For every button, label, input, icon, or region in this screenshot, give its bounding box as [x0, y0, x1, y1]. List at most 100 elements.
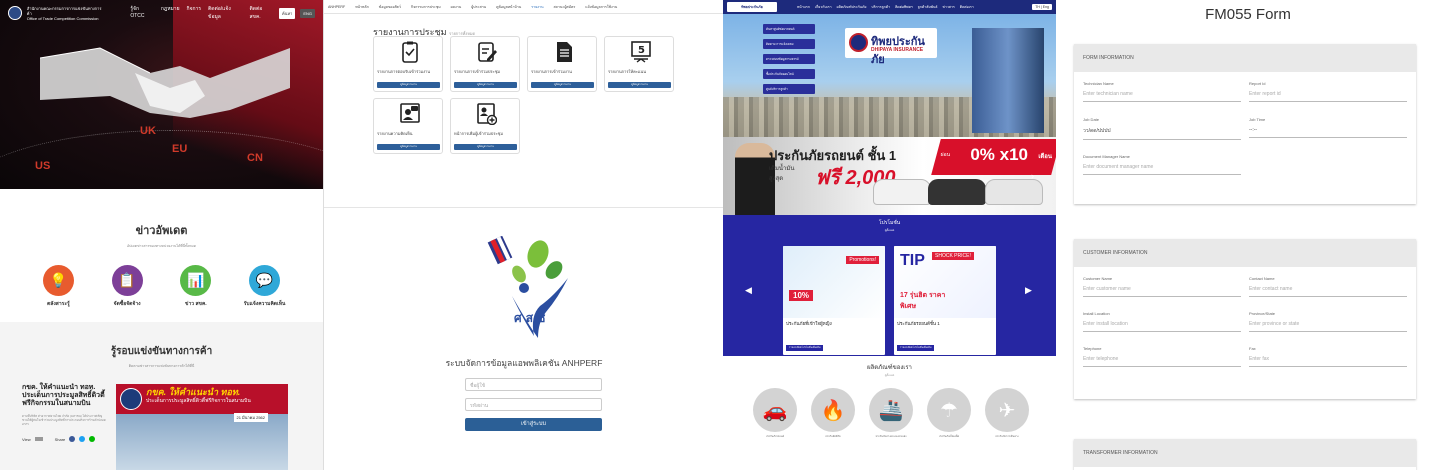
nav-item-status[interactable]: สถานะผู้สมัคร — [554, 4, 576, 10]
nav-item-relations[interactable]: ลูกค้าสัมพันธ์ — [918, 4, 938, 10]
service-link-buy-online[interactable]: ซื้อประกันภัยออนไลน์ — [763, 69, 815, 79]
nav-item-coordinator[interactable]: ผู้ประสาน — [471, 4, 486, 10]
add-user-icon — [477, 103, 497, 125]
nav-item-about[interactable]: เกี่ยวกับเรา — [815, 4, 832, 10]
anhperf-logo: ศ ส ช — [487, 236, 568, 338]
contact-name-input[interactable]: Enter contact name — [1249, 283, 1407, 297]
nav-item-contact[interactable]: ติดต่อ สขค. — [249, 5, 274, 21]
car-insurance-ad-banner[interactable]: ประกันภัยรถยนต์ ชั้น 1 เติมน้ำมัน สูงสุด… — [723, 137, 1056, 215]
nav-item-news[interactable]: ข่าวสาร — [942, 4, 954, 10]
view-report-button[interactable]: ดูข้อมูลรายงาน — [377, 144, 440, 150]
product-item-fire[interactable]: 🔥 ประกันอัคคีภัย — [811, 388, 855, 439]
report-card-acceptance: รายงานการตอบรับเข้าร่วมงาน ดูข้อมูลรายงา… — [373, 36, 443, 92]
facebook-share-icon[interactable] — [69, 436, 76, 442]
view-link[interactable]: View — [22, 437, 31, 442]
promo-discount: 17 รุ่นฮิต ราคาพิเศษ — [900, 292, 946, 310]
product-item-marine[interactable]: 🚢 ประกันภัยทางทะเลและขนส่ง — [869, 388, 913, 439]
nav-item-meetings[interactable]: กิจกรรมการประชุม — [411, 4, 441, 10]
password-field[interactable]: รหัสผ่าน — [465, 398, 602, 411]
nav-item-report[interactable]: ติดต่อ/แจ้งข้อมูล — [208, 5, 242, 21]
quick-link-feedback[interactable]: 💬 รับแจ้งความคิดเห็น — [235, 265, 295, 308]
promo-prev-icon[interactable]: ◀ — [745, 285, 752, 296]
product-item-misc[interactable]: ☂ ประกันภัยเบ็ดเตล็ด — [927, 388, 971, 439]
section-header: CUSTOMER INFORMATION — [1074, 239, 1416, 267]
service-link-garage[interactable]: ค้นหาศูนย์ซ่อมรถยนต์ — [763, 24, 815, 34]
document-icon — [557, 42, 572, 62]
nav-item-home[interactable]: หน้าหลัก — [355, 4, 369, 10]
chat-icon: 💬 — [249, 265, 281, 296]
nav-item-notify[interactable]: แจ้งข้อมูลการใช้งาน — [585, 4, 617, 10]
nav-item-works[interactable]: ผลงาน — [451, 4, 462, 10]
nav-item-reports[interactable]: รายงาน — [531, 4, 543, 10]
quick-link-procurement[interactable]: 📋 จัดซื้อจัดจ้าง — [97, 265, 157, 308]
document-manager-input[interactable]: Enter document manager name — [1083, 161, 1241, 175]
nav-item-view[interactable]: ดูข้อมูลหน้าบ้าน — [496, 4, 521, 10]
nav-item-about[interactable]: รู้จัก OTCC — [130, 5, 153, 21]
product-item-travel[interactable]: ✈ ประกันภัยการเดินทาง — [985, 388, 1029, 439]
view-report-button[interactable]: ดูข้อมูลรายงาน — [454, 82, 517, 88]
featured-article: กขค. ให้คำแนะนำ ทอท. ประเด็นการประมูลสิท… — [22, 384, 107, 442]
nav-item-services[interactable]: บริการลูกค้า — [871, 4, 890, 10]
job-date-input[interactable]: วว/ดด/ปปปป — [1083, 124, 1241, 140]
nav-item-products[interactable]: ผลิตภัณฑ์ประกันภัย — [837, 4, 867, 10]
customer-name-input[interactable]: Enter customer name — [1083, 283, 1241, 297]
language-switch[interactable]: TH | Eng — [1032, 4, 1052, 10]
product-item-motor[interactable]: 🚗 ประกันภัยรถยนต์ — [753, 388, 797, 439]
article-headline[interactable]: กขค. ให้คำแนะนำ ทอท. ประเด็นการประมูลสิท… — [22, 384, 107, 408]
products-view-all[interactable]: ดูทั้งหมด — [723, 374, 1056, 378]
view-report-button[interactable]: ดูข้อมูลรายงาน — [531, 82, 594, 88]
service-link-policy[interactable]: ตรวจสอบข้อมูลกรมธรรม์ — [763, 54, 815, 64]
nav-item-law[interactable]: กฎหมาย — [161, 5, 180, 21]
carousel-next-icon[interactable]: › — [1031, 171, 1034, 181]
promo-more-button[interactable]: รายละเอียดโปรโมชั่นเพิ่มเติม — [786, 345, 824, 351]
language-button[interactable]: ENG — [300, 8, 315, 18]
screenshot-collage: สำนักงานคณะกรรมการการแข่งขันทางการค้า Of… — [0, 0, 1440, 470]
nav-brand[interactable]: ANHPERF — [328, 5, 345, 9]
view-report-button[interactable]: ดูข้อมูลรายงาน — [608, 82, 671, 88]
telephone-input[interactable]: Enter telephone — [1083, 353, 1241, 367]
quick-link-news[interactable]: 📊 ข่าว สขค. — [166, 265, 226, 308]
nav-item-dhipaya[interactable]: ติดต่อทิพยฯ — [895, 4, 913, 10]
promo-card[interactable]: Promotions! 10% ประกันภัยที่เข้าใจผู้หญิ… — [783, 246, 885, 355]
dhipaya-logo[interactable]: ทิพยประกันภัย — [727, 2, 777, 12]
report-id-input[interactable]: Enter report id — [1249, 88, 1407, 102]
promo-more-button[interactable]: รายละเอียดโปรโมชั่นเพิ่มเติม — [897, 345, 935, 351]
line-share-icon[interactable] — [89, 436, 96, 442]
nav-item-contact[interactable]: ติดต่อเรา — [960, 4, 974, 10]
otcc-logo[interactable] — [8, 6, 22, 20]
username-field[interactable]: ชื่อผู้ใช้ — [465, 378, 602, 391]
article-banner-image[interactable]: กขค. ให้คำแนะนำ ทอท. ประเด็นการประมูลสิท… — [116, 384, 288, 470]
otcc-hero-banner: สำนักงานคณะกรรมการการแข่งขันทางการค้า Of… — [0, 0, 323, 189]
news-section: ข่าวอัพเดต อัปเดตข่าวสารของทางหน่วยงานได… — [0, 221, 323, 308]
promo-discount: 10% — [789, 290, 814, 301]
quick-link-knowledge[interactable]: 💡 ตลังสาระรู้ — [28, 265, 88, 308]
search-button[interactable]: ค้นหา — [279, 7, 296, 19]
nav-item-business[interactable]: กิจการ — [187, 5, 201, 21]
dhipaya-emblem-icon — [849, 33, 868, 52]
province-state-input[interactable]: Enter province or state — [1249, 318, 1407, 332]
twitter-share-icon[interactable] — [79, 436, 86, 442]
nav-item-data[interactable]: ข้อมูลของสัตว์ — [379, 4, 401, 10]
nav-item-home[interactable]: หน้าแรก — [797, 4, 810, 10]
rating-icon: 5 — [631, 41, 651, 63]
promo-next-icon[interactable]: ▶ — [1025, 285, 1032, 296]
report-card-rating: 5 รายงานการให้คะแนน ดูข้อมูลรายงาน — [604, 36, 674, 92]
customer-name-field: Customer Name Enter customer name — [1083, 276, 1241, 297]
service-link-claim[interactable]: ติดตาม การแจ้งเคลม — [763, 39, 815, 49]
promo-card[interactable]: TIP SHOCK PRICE! 17 รุ่นฮิต ราคาพิเศษ ปร… — [894, 246, 996, 355]
fire-icon: 🔥 — [811, 388, 855, 432]
install-location-input[interactable]: Enter install location — [1083, 318, 1241, 332]
login-button[interactable]: เข้าสู่ระบบ — [465, 418, 602, 431]
products-row: 🚗 ประกันภัยรถยนต์ 🔥 ประกันอัคคีภัย 🚢 ประ… — [723, 388, 1056, 439]
product-label: ประกันภัยทางทะเลและขนส่ง — [875, 435, 907, 438]
job-time-input[interactable]: --:-- — [1249, 124, 1407, 138]
view-report-button[interactable]: ดูข้อมูลรายงาน — [454, 144, 517, 150]
article-excerpt: ตามที่บริษัท ท่าอากาศยานไทย จำกัด (มหาชน… — [22, 414, 106, 426]
technician-name-input[interactable]: Enter technician name — [1083, 88, 1241, 102]
service-link-customer-center[interactable]: ศูนย์บริการลูกค้า — [763, 84, 815, 94]
view-report-button[interactable]: ดูข้อมูลรายงาน — [377, 82, 440, 88]
fax-input[interactable]: Enter fax — [1249, 353, 1407, 367]
promotions-view-all[interactable]: ดูทั้งหมด — [723, 229, 1056, 233]
field-label: Province/State — [1249, 311, 1276, 316]
field-label: Install Location — [1083, 311, 1110, 316]
